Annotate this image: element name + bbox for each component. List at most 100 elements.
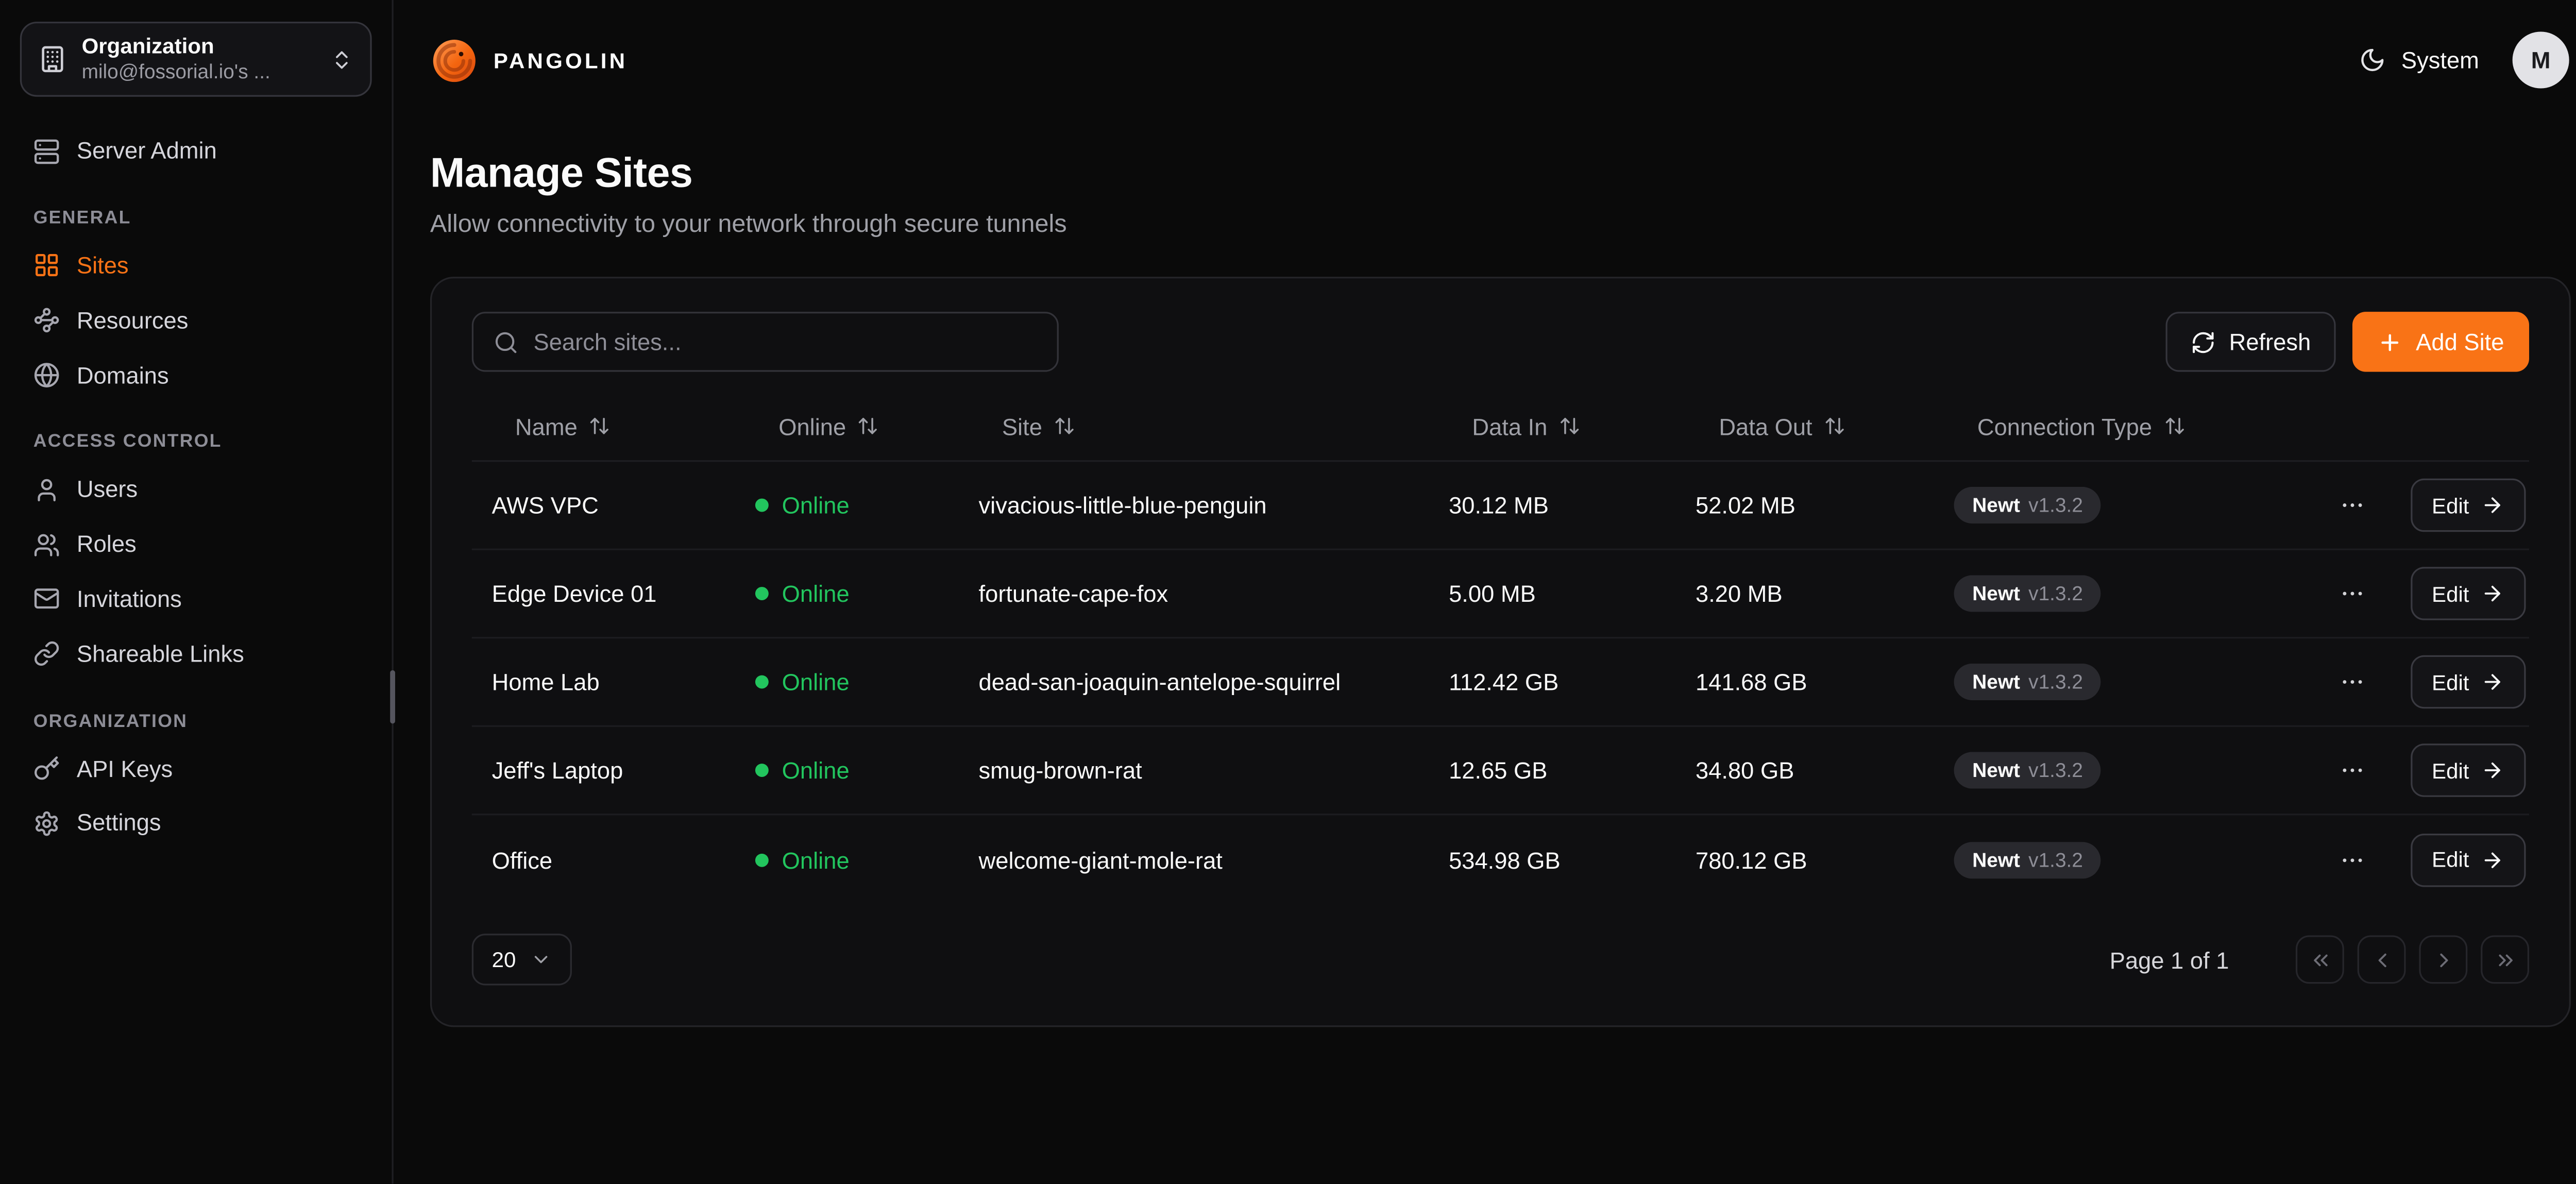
column-header-data-out[interactable]: Data Out [1675,413,1934,439]
next-page-button[interactable] [2419,935,2467,984]
sidebar-item-label: Shareable Links [77,640,244,668]
sidebar-item-api-keys[interactable]: API Keys [20,741,372,796]
row-menu-button[interactable] [2332,750,2372,790]
data-out-cell: 141.68 GB [1675,669,1934,696]
toolbar-actions: Refresh Add Site [2166,312,2529,371]
arrow-right-icon [2481,758,2504,782]
sidebar-item-shareable-links[interactable]: Shareable Links [20,627,372,681]
org-switcher-text: Organization milo@fossorial.io's ... [82,33,315,86]
row-actions-cell: Edit [2321,567,2530,620]
sidebar-item-label: Domains [77,361,169,389]
row-actions-cell: Edit [2321,743,2530,797]
edit-button[interactable]: Edit [2410,567,2526,620]
connection-type-badge: Newt v1.3.2 [1954,841,2102,878]
data-out-cell: 3.20 MB [1675,580,1934,607]
column-label: Connection Type [1977,413,2152,439]
refresh-button[interactable]: Refresh [2166,312,2336,371]
user-icon [33,477,60,503]
connection-type-badge: Newt v1.3.2 [1954,752,2102,788]
sidebar-scrollbar[interactable] [390,670,395,724]
online-label: Online [782,580,850,607]
row-actions-cell: Edit [2321,655,2530,709]
users-icon [33,531,60,558]
data-in-cell: 534.98 GB [1429,846,1675,873]
row-menu-button[interactable] [2332,662,2372,702]
sidebar-item-users[interactable]: Users [20,463,372,517]
search-input[interactable] [534,328,1037,355]
column-header-connection-type[interactable]: Connection Type [1934,413,2321,439]
site-slug-cell: fortunate-cape-fox [959,580,1429,607]
column-label: Online [778,413,846,439]
sidebar-item-label: Server Admin [77,137,217,165]
row-menu-button[interactable] [2332,839,2372,879]
sidebar-item-domains[interactable]: Domains [20,348,372,402]
theme-toggle-button[interactable]: System [2360,47,2479,74]
plus-icon [2378,329,2403,354]
row-menu-button[interactable] [2332,573,2372,614]
sites-card: Refresh Add Site Name [430,277,2571,1027]
sidebar-item-roles[interactable]: Roles [20,517,372,572]
column-header-site[interactable]: Site [959,413,1429,439]
connection-type-badge: Newt v1.3.2 [1954,664,2102,700]
previous-page-button[interactable] [2358,935,2406,984]
first-page-button[interactable] [2296,935,2344,984]
online-dot-icon [755,499,769,512]
site-name-cell: Edge Device 01 [472,580,735,607]
last-page-button[interactable] [2481,935,2529,984]
sidebar-item-label: API Keys [77,755,173,783]
globe-icon [33,362,60,388]
sidebar-item-server-admin[interactable]: Server Admin [20,124,372,178]
row-menu-button[interactable] [2332,485,2372,526]
sidebar-item-settings[interactable]: Settings [20,796,372,851]
server-icon [33,138,60,164]
online-dot-icon [755,853,769,866]
page-title: Manage Sites [430,150,2571,198]
org-switcher-subtitle: milo@fossorial.io's ... [82,60,315,86]
moon-icon [2360,47,2386,74]
column-header-data-in[interactable]: Data In [1429,413,1675,439]
online-status-cell: Online [735,846,959,873]
edit-label: Edit [2432,494,2469,516]
theme-toggle-label: System [2401,47,2479,74]
table-row: Edge Device 01 Online fortunate-cape-fox… [472,550,2529,639]
edit-button[interactable]: Edit [2410,479,2526,532]
site-slug-cell: dead-san-joaquin-antelope-squirrel [959,669,1429,696]
org-switcher[interactable]: Organization milo@fossorial.io's ... [20,22,372,97]
chevron-down-icon [531,949,553,970]
online-dot-icon [755,675,769,689]
row-actions-cell: Edit [2321,833,2530,886]
org-switcher-title: Organization [82,33,315,61]
add-site-button[interactable]: Add Site [2352,312,2529,371]
online-label: Online [782,669,850,696]
page-size-select[interactable]: 20 [472,934,573,985]
link-icon [33,640,60,667]
sidebar-section-heading-organization: ORGANIZATION [33,712,359,732]
site-slug-cell: welcome-giant-mole-rat [959,846,1429,873]
sidebar-item-resources[interactable]: Resources [20,293,372,348]
column-label: Site [1002,413,1042,439]
edit-button[interactable]: Edit [2410,743,2526,797]
edit-button[interactable]: Edit [2410,655,2526,709]
sidebar-item-invitations[interactable]: Invitations [20,572,372,627]
column-header-online[interactable]: Online [735,413,959,439]
column-header-name[interactable]: Name [472,413,735,439]
edit-button[interactable]: Edit [2410,833,2526,886]
table-row: Home Lab Online dead-san-joaquin-antelop… [472,638,2529,727]
app-root: Organization milo@fossorial.io's ... Ser… [0,0,2576,1184]
connection-name: Newt [1972,758,2020,782]
sidebar-item-sites[interactable]: Sites [20,239,372,293]
pangolin-logo-icon [430,36,479,84]
data-in-cell: 30.12 MB [1429,492,1675,519]
connection-name: Newt [1972,494,2020,517]
page-content: Manage Sites Allow connectivity to your … [394,120,2576,1027]
page-size-value: 20 [492,947,516,972]
site-name-cell: Home Lab [472,669,735,696]
connection-name: Newt [1972,670,2020,694]
avatar[interactable]: M [2513,31,2569,88]
connection-version: v1.3.2 [2028,848,2083,871]
chevrons-up-down-icon [330,48,353,71]
key-icon [33,755,60,782]
sidebar-item-label: Settings [77,809,161,837]
arrow-right-icon [2481,494,2504,517]
sort-icon [1559,415,1581,437]
